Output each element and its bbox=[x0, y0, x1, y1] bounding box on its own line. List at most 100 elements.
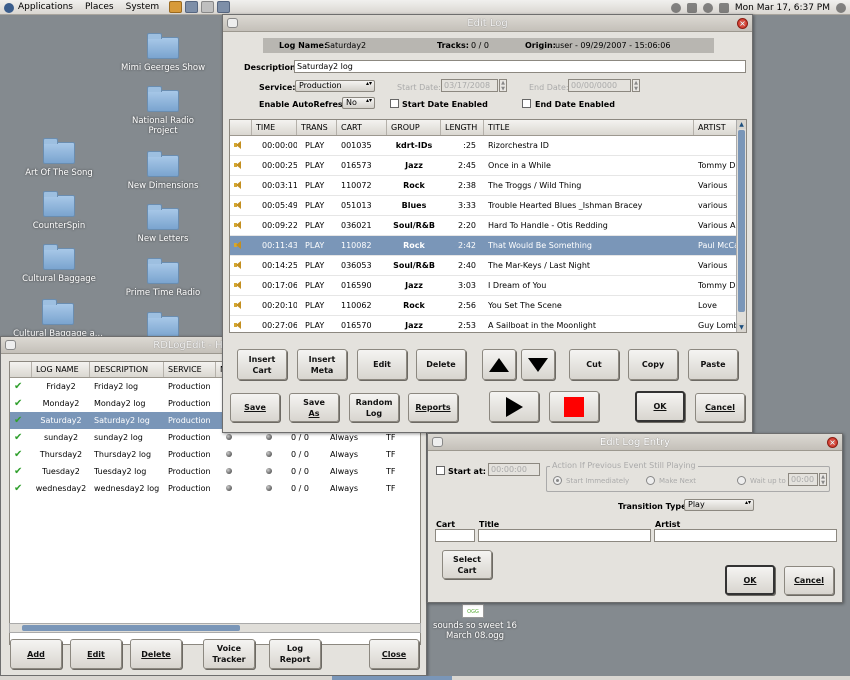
event-row[interactable]: 00:14:25 PLAY 036053 Soul/R&B 2:40 The Mar-Ke… bbox=[230, 256, 746, 276]
folder-launcher-icon[interactable] bbox=[217, 1, 231, 13]
wait-up-to-spinner[interactable]: ▲ ▼ bbox=[819, 473, 827, 486]
event-row[interactable]: 00:17:06 PLAY 016590 Jazz 3:03 I Dream of You… bbox=[230, 276, 746, 296]
ok-button[interactable]: OK bbox=[635, 391, 685, 422]
browser-launcher-icon[interactable] bbox=[169, 1, 183, 13]
start-date-field[interactable]: 03/17/2008 bbox=[441, 79, 498, 92]
log-report-button[interactable]: Log Report bbox=[269, 639, 321, 669]
desktop-icon-new-dimensions[interactable]: New Dimensions bbox=[116, 151, 210, 191]
col-log-name[interactable]: LOG NAME bbox=[32, 362, 90, 377]
window-menu-icon[interactable] bbox=[5, 340, 16, 350]
delete-log-button[interactable]: Delete bbox=[130, 639, 182, 669]
service-select[interactable]: Production bbox=[295, 80, 375, 92]
insert-cart-button[interactable]: Insert Cart bbox=[237, 349, 287, 380]
horizontal-scrollbar[interactable] bbox=[9, 623, 421, 633]
col-service[interactable]: SERVICE bbox=[164, 362, 216, 377]
end-date-field[interactable]: 00/00/0000 bbox=[568, 79, 631, 92]
insert-meta-button[interactable]: Insert Meta bbox=[297, 349, 347, 380]
help-launcher-icon[interactable] bbox=[201, 1, 215, 13]
make-next-radio[interactable] bbox=[646, 476, 655, 485]
scroll-down-icon[interactable]: ▼ bbox=[737, 323, 746, 332]
delete-event-button[interactable]: Delete bbox=[416, 349, 466, 380]
transition-type-select[interactable]: Play bbox=[684, 499, 754, 511]
ogg-file-icon[interactable]: OGG bbox=[462, 604, 484, 618]
system-menu[interactable]: System bbox=[120, 2, 166, 12]
event-row[interactable]: 00:00:00 PLAY 001035 kdrt-IDs:25 Rizorchestr… bbox=[230, 136, 746, 156]
end-date-enabled-checkbox[interactable] bbox=[522, 99, 531, 108]
event-row[interactable]: 00:00:25 PLAY 016573 Jazz 2:45 Once in a Whil… bbox=[230, 156, 746, 176]
event-row[interactable]: 00:03:11 PLAY 110072 Rock 2:38 The Troggs / W… bbox=[230, 176, 746, 196]
window-menu-icon[interactable] bbox=[432, 437, 443, 447]
add-button[interactable]: Add bbox=[10, 639, 62, 669]
title-field[interactable] bbox=[478, 529, 651, 542]
end-date-spinner[interactable]: ▲ ▼ bbox=[632, 79, 640, 92]
log-row[interactable]: ✔ Thursday2 Thursday2 log Production 0 / 0 Al… bbox=[10, 446, 420, 463]
col-group[interactable]: GROUP bbox=[387, 120, 441, 135]
description-field[interactable]: Saturday2 log bbox=[294, 60, 746, 73]
desktop-file-label[interactable]: sounds so sweet 16 March 08.ogg bbox=[420, 621, 530, 641]
event-row[interactable]: 00:20:10 PLAY 110062 Rock 2:56 You Set The Sc… bbox=[230, 296, 746, 316]
reports-button[interactable]: Reports bbox=[408, 393, 458, 422]
move-down-button[interactable] bbox=[521, 349, 555, 380]
taskbar-active-tab[interactable] bbox=[332, 676, 452, 680]
stop-button[interactable] bbox=[549, 391, 599, 422]
voice-tracker-button[interactable]: Voice Tracker bbox=[203, 639, 255, 669]
desktop-icon-prime-time-radio[interactable]: Prime Time Radio bbox=[116, 258, 210, 298]
edit-log-entry-titlebar[interactable]: Edit Log Entry × bbox=[428, 434, 842, 451]
desktop-icon-cultural-baggage-a[interactable]: Cultural Baggage a... bbox=[8, 299, 108, 339]
close-window-icon[interactable]: × bbox=[827, 437, 838, 448]
autorefresh-select[interactable]: No bbox=[342, 97, 375, 109]
col-cart[interactable]: CART bbox=[337, 120, 387, 135]
desktop-icon-mimi-geerges-show[interactable]: Mimi Geerges Show bbox=[116, 33, 210, 73]
col-trans[interactable]: TRANS bbox=[297, 120, 337, 135]
clock[interactable]: Mon Mar 17, 6:37 PM bbox=[735, 3, 830, 13]
col-title[interactable]: TITLE bbox=[484, 120, 694, 135]
close-window-icon[interactable]: × bbox=[737, 18, 748, 29]
volume-icon[interactable] bbox=[718, 2, 729, 13]
desktop-icon-art-of-the-song[interactable]: Art Of The Song bbox=[16, 138, 102, 178]
start-date-enabled-checkbox[interactable] bbox=[390, 99, 399, 108]
col-length[interactable]: LENGTH bbox=[441, 120, 484, 135]
desktop-icon-cultural-baggage[interactable]: Cultural Baggage bbox=[16, 244, 102, 284]
wait-up-to-field[interactable]: 00:00 bbox=[788, 473, 818, 486]
shutdown-icon[interactable] bbox=[836, 2, 846, 13]
select-cart-button[interactable]: Select Cart bbox=[442, 550, 492, 579]
start-at-checkbox[interactable] bbox=[436, 466, 445, 475]
start-date-spinner[interactable]: ▲ ▼ bbox=[499, 79, 507, 92]
window-menu-icon[interactable] bbox=[227, 18, 238, 28]
desktop-icon-counterspin[interactable]: CounterSpin bbox=[16, 191, 102, 231]
desktop-icon-national-radio-project[interactable]: National Radio Project bbox=[120, 86, 206, 136]
log-row[interactable]: ✔ Tuesday2 Tuesday2 log Production 0 / 0 Alwa… bbox=[10, 463, 420, 480]
power-icon[interactable] bbox=[702, 2, 713, 13]
mail-launcher-icon[interactable] bbox=[185, 1, 199, 13]
places-menu[interactable]: Places bbox=[79, 2, 120, 12]
log-row[interactable]: ✔ wednesday2 wednesday2 log Production 0 / 0… bbox=[10, 480, 420, 497]
edit-log-button[interactable]: Edit bbox=[70, 639, 122, 669]
play-button[interactable] bbox=[489, 391, 539, 422]
applications-menu[interactable]: Applications bbox=[0, 2, 79, 13]
cut-button[interactable]: Cut bbox=[569, 349, 619, 380]
start-immediately-radio[interactable] bbox=[553, 476, 562, 485]
col-time[interactable]: TIME bbox=[252, 120, 297, 135]
search-icon[interactable] bbox=[670, 2, 681, 13]
cancel-button[interactable]: Cancel bbox=[695, 393, 745, 422]
scroll-up-icon[interactable]: ▲ bbox=[737, 120, 746, 129]
desktop-icon-new-letters[interactable]: New Letters bbox=[120, 204, 206, 244]
entry-ok-button[interactable]: OK bbox=[725, 565, 775, 595]
edit-event-button[interactable]: Edit bbox=[357, 349, 407, 380]
network-icon[interactable] bbox=[686, 2, 697, 13]
scrollbar-thumb[interactable] bbox=[22, 625, 240, 631]
vertical-scrollbar[interactable]: ▲ ▼ bbox=[736, 120, 746, 332]
event-row[interactable]: 00:11:43 PLAY 110082 Rock 2:42 That Would Be … bbox=[230, 236, 746, 256]
edit-log-titlebar[interactable]: Edit Log × bbox=[223, 15, 752, 32]
paste-button[interactable]: Paste bbox=[688, 349, 738, 380]
col-description[interactable]: DESCRIPTION bbox=[90, 362, 164, 377]
cart-field[interactable] bbox=[435, 529, 475, 542]
event-row[interactable]: 00:09:22 PLAY 036021 Soul/R&B 2:20 Hard To Ha… bbox=[230, 216, 746, 236]
wait-up-to-radio[interactable] bbox=[737, 476, 746, 485]
save-as-button[interactable]: Save As bbox=[289, 393, 339, 422]
event-row[interactable]: 00:05:49 PLAY 051013 Blues 3:33 Trouble Heart… bbox=[230, 196, 746, 216]
close-button[interactable]: Close bbox=[369, 639, 419, 669]
start-at-field[interactable]: 00:00:00 bbox=[488, 463, 540, 476]
event-row[interactable]: 00:27:06 PLAY 016570 Jazz 2:53 A Sailboat in … bbox=[230, 316, 746, 332]
copy-button[interactable]: Copy bbox=[628, 349, 678, 380]
